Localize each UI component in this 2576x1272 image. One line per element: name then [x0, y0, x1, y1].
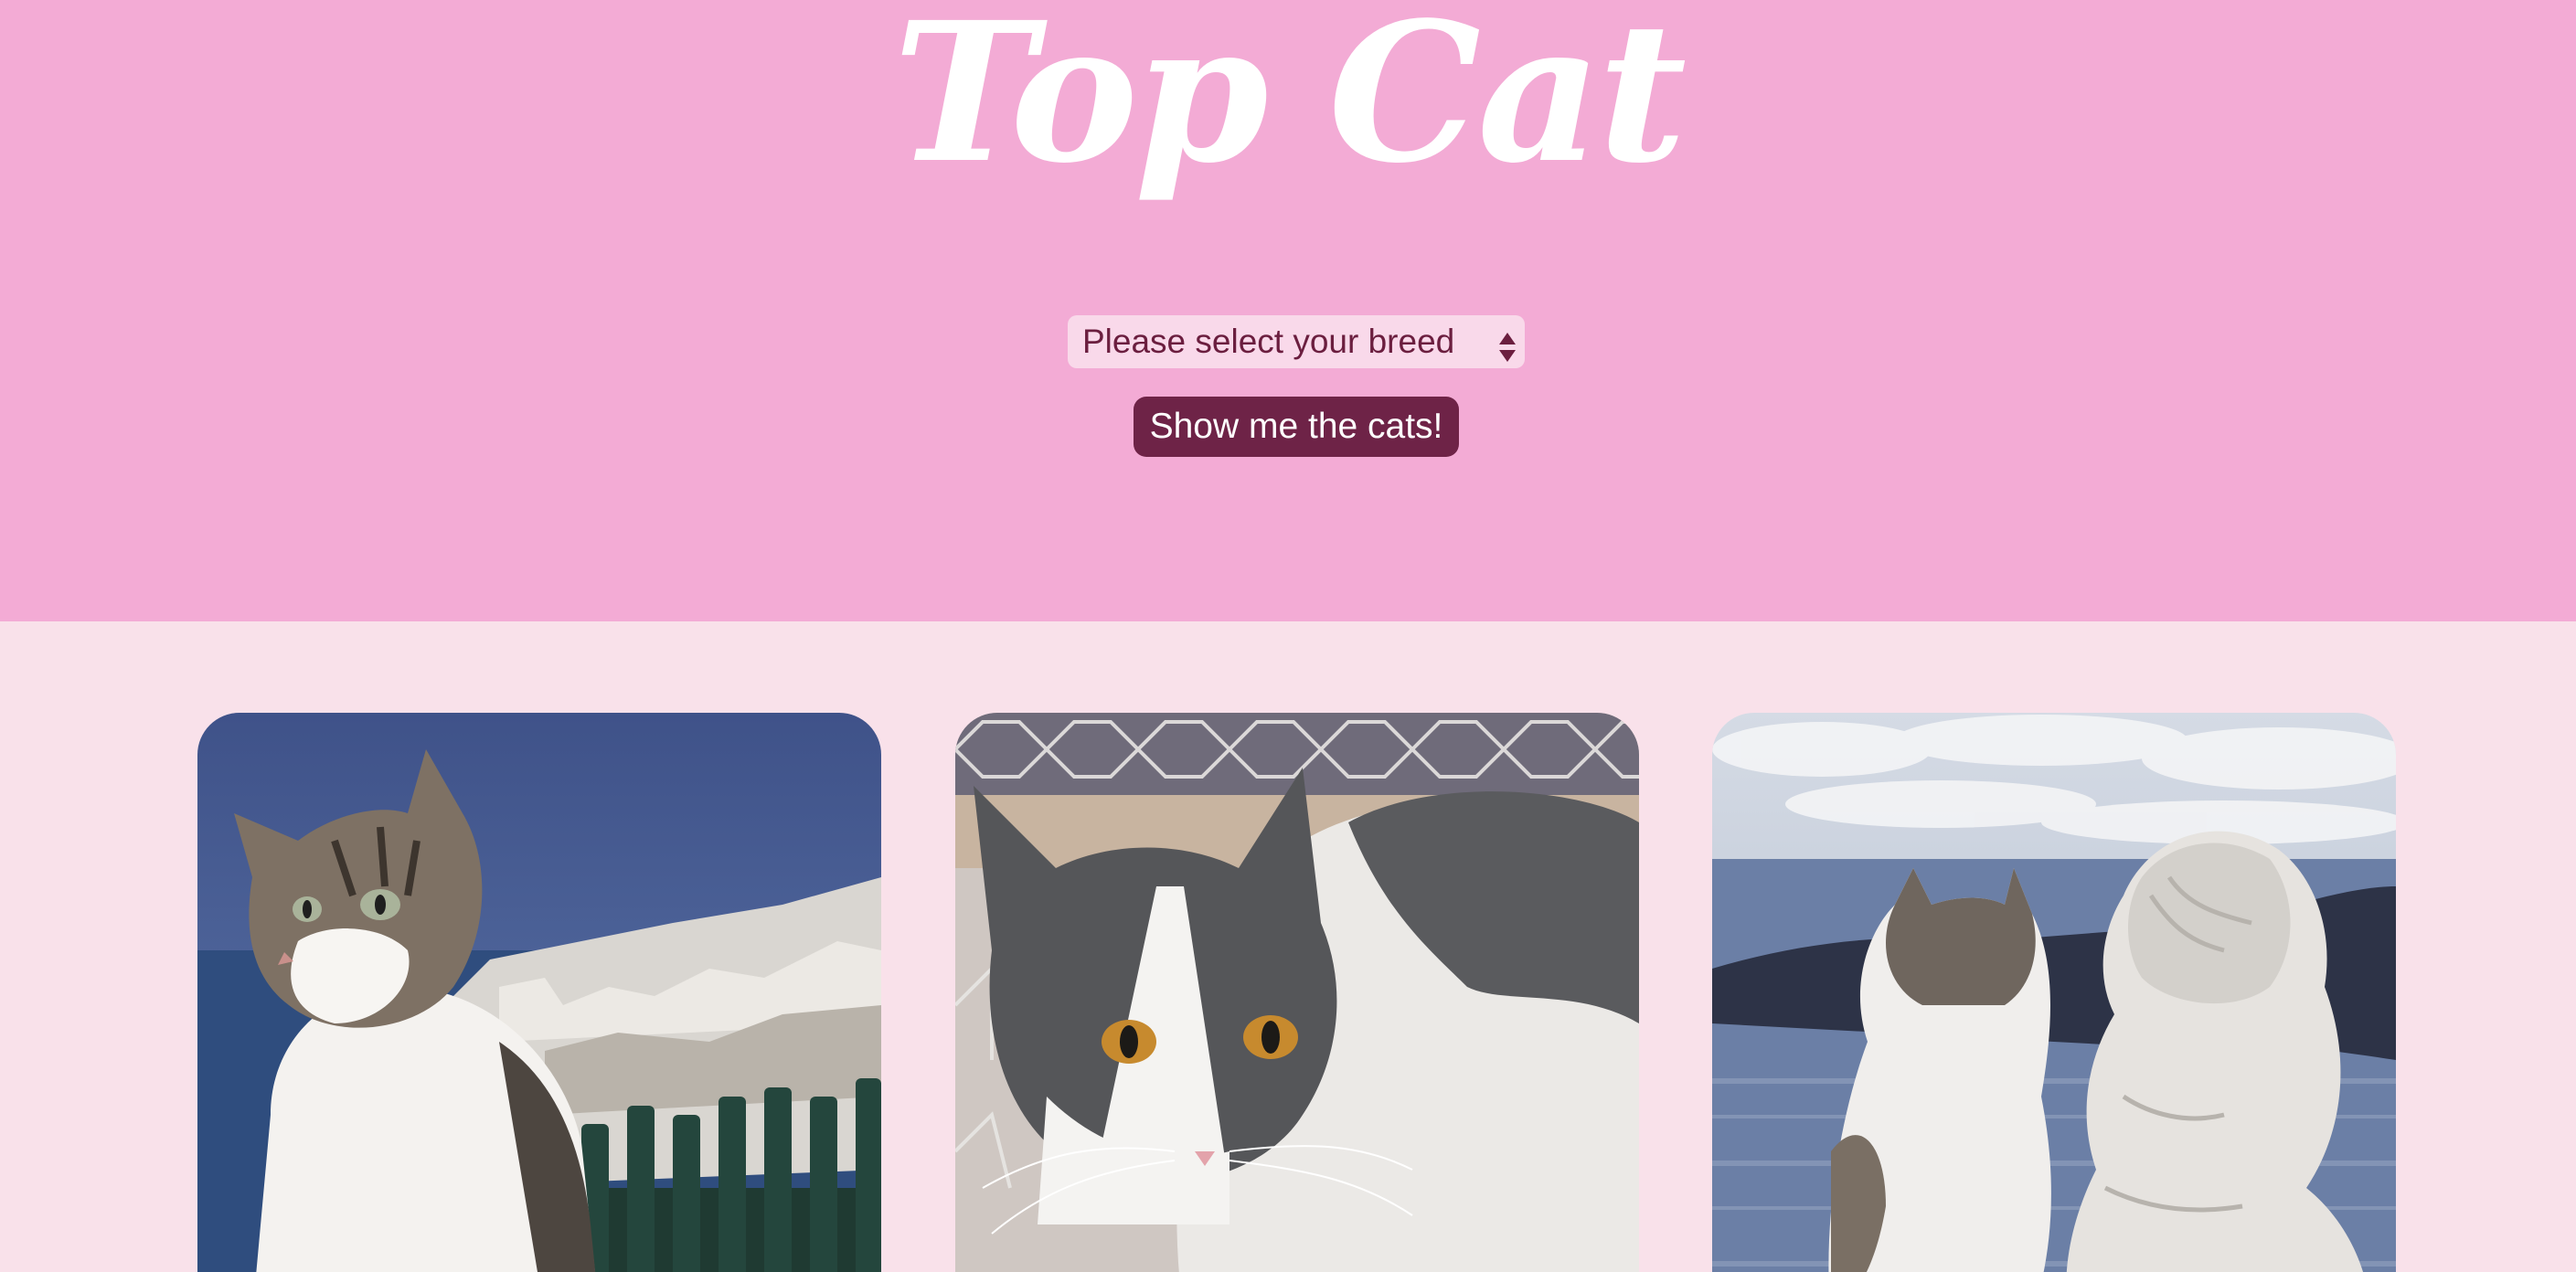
- breed-select[interactable]: Please select your breed: [1068, 315, 1525, 368]
- page-title: Top Cat: [892, 0, 1687, 206]
- cat-photo-card[interactable]: [1712, 713, 2396, 1272]
- show-cats-button[interactable]: Show me the cats!: [1134, 397, 1459, 457]
- cat-photo-card[interactable]: [197, 713, 881, 1272]
- breed-select-value: Please select your breed: [1082, 323, 1455, 360]
- cat-photo-icon: [197, 713, 881, 1272]
- cat-photo-icon: [1712, 713, 2396, 1272]
- select-arrows-icon: [1497, 326, 1517, 362]
- cat-gallery: [0, 621, 2576, 1272]
- cat-photo-card[interactable]: [955, 713, 1639, 1272]
- cat-photo-icon: [955, 713, 1639, 1272]
- hero-header: Top Cat Please select your breed Show me…: [0, 0, 2576, 621]
